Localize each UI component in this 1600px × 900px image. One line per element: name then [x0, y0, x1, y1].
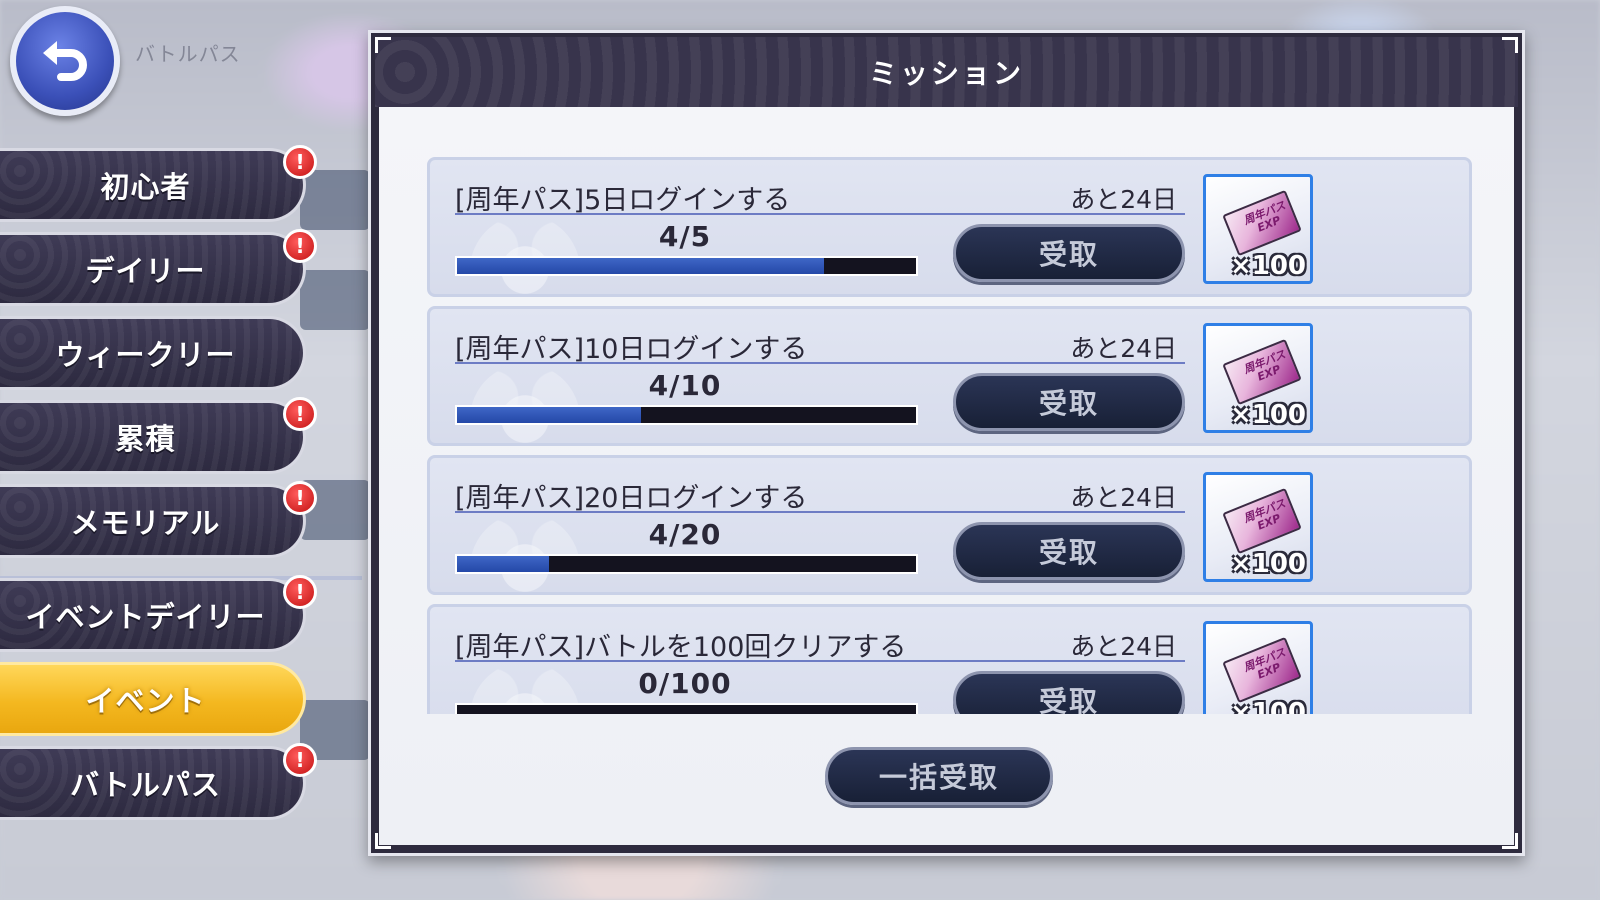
dialog-body: [周年パス]5日ログインする あと24日 4/5 受取 周年パス EXP ×10…	[379, 107, 1514, 845]
alert-icon: !	[283, 481, 317, 515]
reward-item[interactable]: 周年パス EXP ×100	[1203, 472, 1313, 582]
progress-bar	[455, 554, 918, 574]
menu-item-label: 初心者	[100, 170, 191, 204]
back-button[interactable]	[10, 6, 120, 116]
menu-item-label: イベント	[85, 684, 206, 718]
alert-icon: !	[283, 397, 317, 431]
progress-bar	[455, 256, 918, 276]
reward-quantity: ×100	[1229, 251, 1306, 281]
menu-item-label: イベントデイリー	[25, 600, 266, 634]
corner-ornament	[375, 37, 391, 53]
claim-button[interactable]: 受取	[953, 373, 1185, 431]
mission-progress-text: 4/10	[648, 369, 722, 402]
mission-item: [周年パス]10日ログインする あと24日 4/10 受取 周年パス EXP ×…	[427, 306, 1472, 474]
back-arrow-icon	[43, 41, 87, 81]
reward-item[interactable]: 周年パス EXP ×100	[1203, 621, 1313, 714]
progress-bar	[455, 703, 918, 714]
reward-quantity: ×100	[1229, 400, 1306, 430]
menu-item-daily[interactable]: デイリー !	[0, 229, 317, 306]
claim-button[interactable]: 受取	[953, 671, 1185, 714]
reward-quantity: ×100	[1229, 698, 1306, 714]
menu-item-label: ウィークリー	[55, 338, 236, 372]
mission-remaining: あと24日	[1070, 185, 1177, 214]
bulk-claim-label: 一括受取	[878, 761, 999, 794]
menu-item-weekly[interactable]: ウィークリー	[0, 316, 306, 390]
progress-fill	[457, 258, 825, 274]
menu-item-event-daily[interactable]: イベントデイリー !	[0, 575, 317, 652]
claim-button-label: 受取	[1038, 536, 1099, 569]
menu-item-beginner[interactable]: 初心者 !	[0, 145, 317, 222]
menu-item-label: メモリアル	[70, 506, 221, 540]
background-decoration	[300, 170, 370, 230]
progress-fill	[457, 407, 641, 423]
menu-item-battle-pass[interactable]: バトルパス !	[0, 743, 317, 820]
mission-divider	[455, 362, 1185, 364]
reward-item[interactable]: 周年パス EXP ×100	[1203, 323, 1313, 433]
dialog-header: ミッション	[375, 37, 1518, 107]
menu-item-cumulative[interactable]: 累積 !	[0, 397, 317, 474]
mission-dialog: ミッション [周年パス]5日ログインする あと24日 4/5 受取 周年パス E…	[368, 30, 1525, 856]
reward-quantity: ×100	[1229, 549, 1306, 579]
background-decoration	[300, 270, 370, 330]
mission-remaining: あと24日	[1070, 632, 1177, 661]
mission-title: [周年パス]10日ログインする	[455, 334, 808, 365]
bulk-claim-button[interactable]: 一括受取	[825, 747, 1053, 805]
mission-divider	[455, 511, 1185, 513]
claim-button-label: 受取	[1038, 685, 1099, 714]
alert-icon: !	[283, 229, 317, 263]
alert-icon: !	[283, 575, 317, 609]
menu-item-label: 累積	[115, 422, 176, 456]
background-header-text: バトルパス	[135, 42, 241, 66]
corner-ornament	[1502, 37, 1518, 53]
mission-item: [周年パス]5日ログインする あと24日 4/5 受取 周年パス EXP ×10…	[427, 157, 1472, 325]
mission-title: [周年パス]バトルを100回クリアする	[455, 632, 907, 663]
mission-item: [周年パス]バトルを100回クリアする あと24日 0/100 受取 周年パス …	[427, 604, 1472, 714]
claim-button-label: 受取	[1038, 238, 1099, 271]
reward-item[interactable]: 周年パス EXP ×100	[1203, 174, 1313, 284]
menu-item-event[interactable]: イベント	[0, 662, 306, 736]
mission-remaining: あと24日	[1070, 334, 1177, 363]
alert-icon: !	[283, 743, 317, 777]
mission-progress-text: 0/100	[638, 667, 732, 700]
mission-list[interactable]: [周年パス]5日ログインする あと24日 4/5 受取 周年パス EXP ×10…	[427, 157, 1472, 714]
mission-remaining: あと24日	[1070, 483, 1177, 512]
mission-item: [周年パス]20日ログインする あと24日 4/20 受取 周年パス EXP ×…	[427, 455, 1472, 623]
menu-item-label: デイリー	[85, 254, 206, 288]
menu-item-label: バトルパス	[70, 768, 221, 802]
mission-title: [周年パス]5日ログインする	[455, 185, 791, 216]
mission-progress-text: 4/20	[648, 518, 722, 551]
mission-divider	[455, 213, 1185, 215]
claim-button-label: 受取	[1038, 387, 1099, 420]
mission-progress-text: 4/5	[658, 220, 712, 253]
mission-title: [周年パス]20日ログインする	[455, 483, 808, 514]
dialog-title: ミッション	[868, 57, 1024, 90]
alert-icon: !	[283, 145, 317, 179]
progress-bar	[455, 405, 918, 425]
mission-divider	[455, 660, 1185, 662]
claim-button[interactable]: 受取	[953, 522, 1185, 580]
claim-button[interactable]: 受取	[953, 224, 1185, 282]
progress-fill	[457, 556, 549, 572]
menu-item-memorial[interactable]: メモリアル !	[0, 481, 317, 558]
